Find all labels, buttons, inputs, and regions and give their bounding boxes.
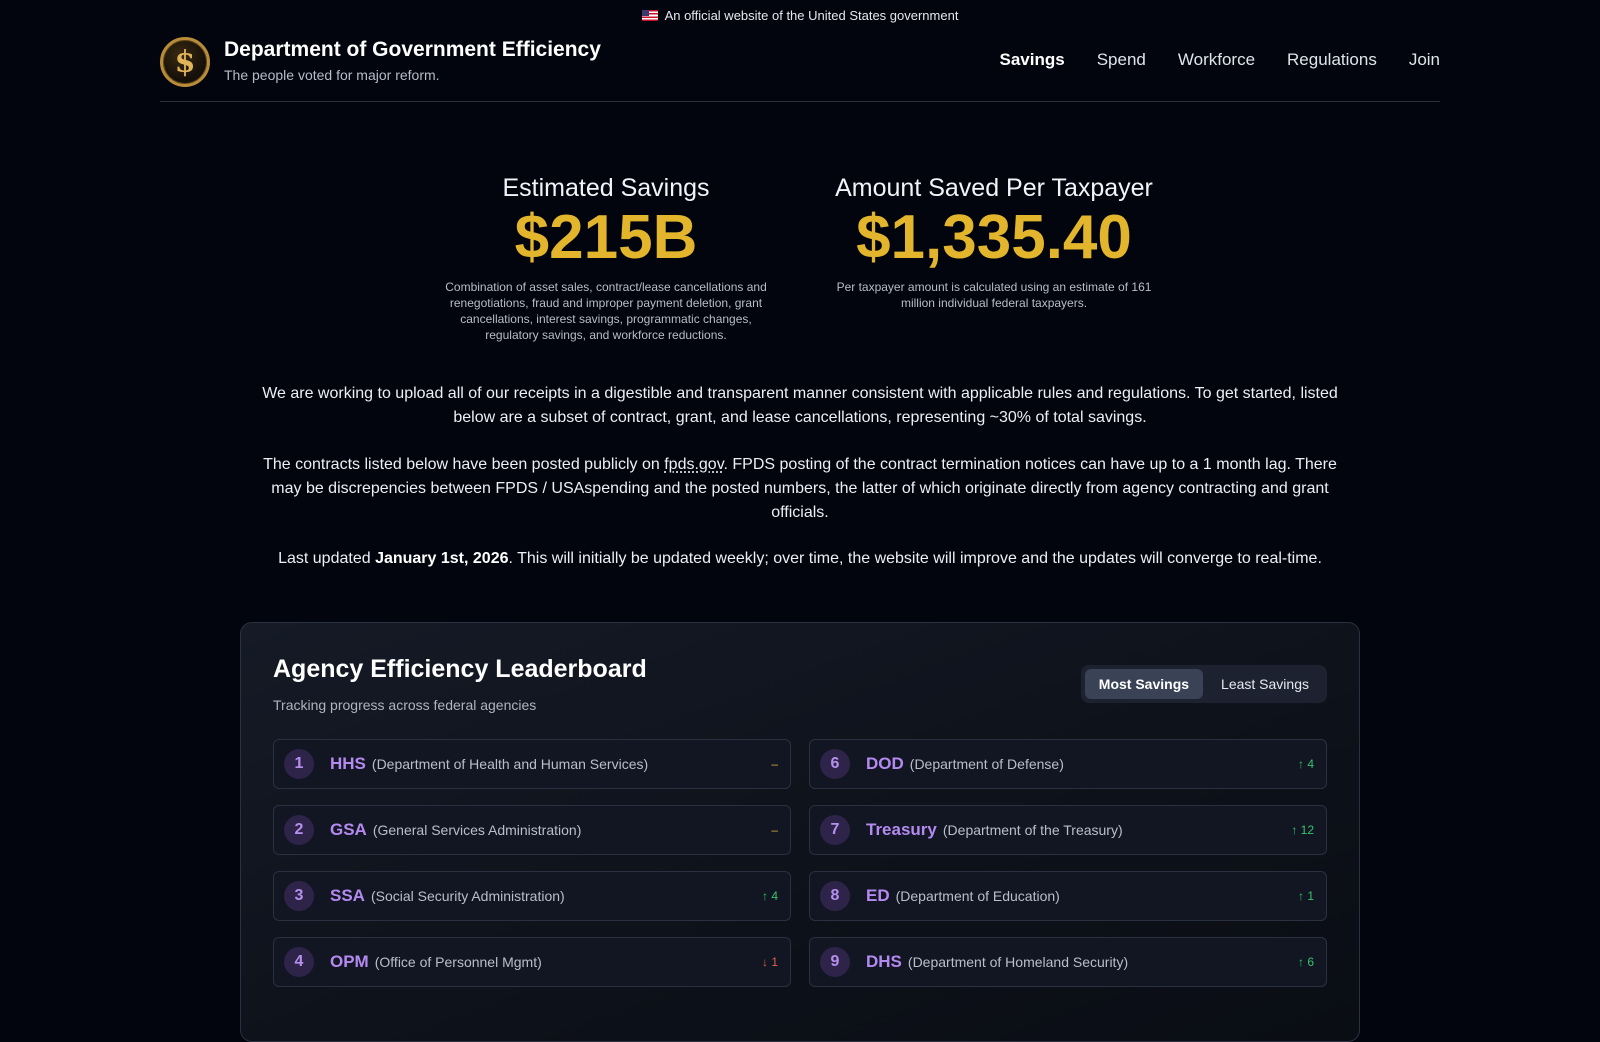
agency-row-ssa[interactable]: 3 SSA (Social Security Administration) ↑… xyxy=(273,871,791,921)
per-taxpayer-note: Per taxpayer amount is calculated using … xyxy=(836,280,1152,310)
rank-badge: 9 xyxy=(820,947,850,977)
agency-row-ed[interactable]: 8 ED (Department of Education) ↑ 1 xyxy=(809,871,1327,921)
agency-row-dod[interactable]: 6 DOD (Department of Defense) ↑ 4 xyxy=(809,739,1327,789)
last-updated-prefix: Last updated xyxy=(278,550,376,567)
agency-fullname: (Department of Education) xyxy=(895,888,1060,904)
nav-workforce[interactable]: Workforce xyxy=(1178,50,1255,70)
nav-join[interactable]: Join xyxy=(1409,50,1440,70)
nav-spend[interactable]: Spend xyxy=(1097,50,1146,70)
estimated-savings-value: $215B xyxy=(514,203,698,272)
rank-change-indicator: ↑ 4 xyxy=(1297,757,1314,771)
agency-abbr: DHS xyxy=(866,952,902,971)
intro-receipts-text: We are working to upload all of our rece… xyxy=(262,385,1338,426)
dollar-seal-logo-icon[interactable]: $ xyxy=(160,37,210,87)
agency-row-hhs[interactable]: 1 HHS (Department of Health and Human Se… xyxy=(273,739,791,789)
gov-banner: An official website of the United States… xyxy=(0,8,1600,23)
fpds-link[interactable]: fpds.gov xyxy=(664,456,723,473)
per-taxpayer-stat: Amount Saved Per Taxpayer $1,335.40 Per … xyxy=(816,174,1172,311)
nav-regulations[interactable]: Regulations xyxy=(1287,50,1377,70)
agency-leaderboard: Agency Efficiency Leaderboard Tracking p… xyxy=(240,622,1360,1042)
estimated-savings-note: Combination of asset sales, contract/lea… xyxy=(445,280,767,342)
rank-badge: 2 xyxy=(284,815,314,845)
rank-change-indicator: – xyxy=(771,823,778,837)
leaderboard-title: Agency Efficiency Leaderboard xyxy=(273,655,647,683)
rank-change-indicator: ↑ 1 xyxy=(1297,889,1314,903)
site-tagline: The people voted for major reform. xyxy=(224,67,440,83)
last-updated-suffix: . This will initially be updated weekly;… xyxy=(508,550,1322,567)
rank-badge: 1 xyxy=(284,749,314,779)
agency-abbr: OPM xyxy=(330,952,369,971)
gov-banner-text: An official website of the United States… xyxy=(664,8,959,23)
most-savings-button[interactable]: Most Savings xyxy=(1084,669,1204,699)
site-title[interactable]: Department of Government Efficiency xyxy=(224,38,601,62)
rank-change-indicator: ↓ 1 xyxy=(761,955,778,969)
rank-badge: 4 xyxy=(284,947,314,977)
rank-change-indicator: – xyxy=(771,757,778,771)
savings-sort-toggle: Most Savings Least Savings xyxy=(1080,665,1327,703)
leaderboard-subtitle: Tracking progress across federal agencie… xyxy=(273,697,537,713)
agency-abbr: SSA xyxy=(330,886,365,905)
agency-row-treasury[interactable]: 7 Treasury (Department of the Treasury) … xyxy=(809,805,1327,855)
rank-badge: 6 xyxy=(820,749,850,779)
intro-paragraph-updated: Last updated January 1st, 2026. This wil… xyxy=(256,547,1344,571)
nav-savings[interactable]: Savings xyxy=(1000,50,1065,70)
agency-fullname: (Social Security Administration) xyxy=(370,888,565,904)
rank-change-indicator: ↑ 6 xyxy=(1297,955,1314,969)
rank-badge: 7 xyxy=(820,815,850,845)
rank-change-indicator: ↑ 4 xyxy=(761,889,778,903)
agency-fullname: (Office of Personnel Mgmt) xyxy=(374,954,542,970)
estimated-savings-label: Estimated Savings xyxy=(502,174,710,202)
agency-fullname: (Department of Defense) xyxy=(909,756,1064,772)
agency-abbr: HHS xyxy=(330,754,366,773)
us-flag-icon xyxy=(641,10,658,21)
agency-fullname: (General Services Administration) xyxy=(372,822,582,838)
agency-fullname: (Department of Health and Human Services… xyxy=(371,756,649,772)
rank-badge: 3 xyxy=(284,881,314,911)
intro-paragraph-receipts: We are working to upload all of our rece… xyxy=(256,382,1344,430)
least-savings-button[interactable]: Least Savings xyxy=(1207,669,1323,699)
agency-abbr: Treasury xyxy=(866,820,937,839)
rank-change-indicator: ↑ 12 xyxy=(1291,823,1314,837)
agency-abbr: DOD xyxy=(866,754,904,773)
last-updated-date: January 1st, 2026 xyxy=(375,550,509,567)
agency-row-opm[interactable]: 4 OPM (Office of Personnel Mgmt) ↓ 1 xyxy=(273,937,791,987)
intro-paragraph-fpds: The contracts listed below have been pos… xyxy=(256,453,1344,525)
site-header: $ Department of Government Efficiency Th… xyxy=(160,34,1440,102)
per-taxpayer-label: Amount Saved Per Taxpayer xyxy=(835,174,1153,202)
agency-abbr: ED xyxy=(866,886,890,905)
agency-abbr: GSA xyxy=(330,820,367,839)
intro-fpds-text-before: The contracts listed below have been pos… xyxy=(263,456,665,473)
agency-row-gsa[interactable]: 2 GSA (General Services Administration) … xyxy=(273,805,791,855)
estimated-savings-stat: Estimated Savings $215B Combination of a… xyxy=(430,174,782,343)
agency-list: 1 HHS (Department of Health and Human Se… xyxy=(273,739,1329,987)
rank-badge: 8 xyxy=(820,881,850,911)
agency-row-dhs[interactable]: 9 DHS (Department of Homeland Security) … xyxy=(809,937,1327,987)
main-nav: Savings Spend Workforce Regulations Join xyxy=(1000,50,1441,70)
per-taxpayer-value: $1,335.40 xyxy=(856,203,1132,272)
agency-fullname: (Department of the Treasury) xyxy=(942,822,1123,838)
agency-fullname: (Department of Homeland Security) xyxy=(907,954,1129,970)
